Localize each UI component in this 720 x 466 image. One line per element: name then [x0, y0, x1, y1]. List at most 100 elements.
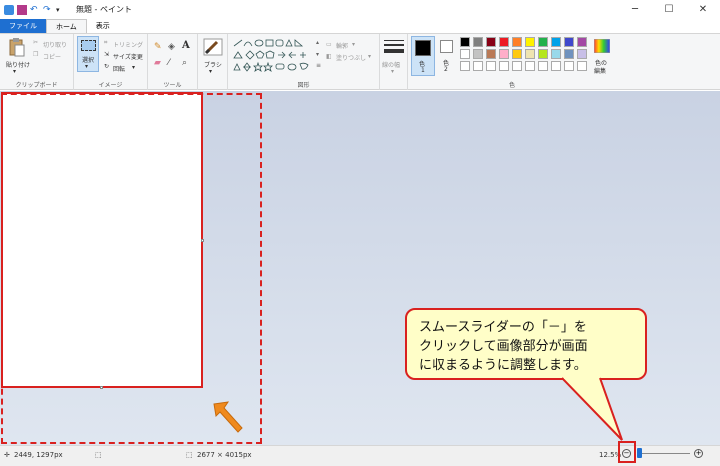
zoom-in-button[interactable]: +	[694, 449, 703, 458]
outline-icon: ▭	[326, 41, 332, 48]
copy-icon: ❐	[33, 51, 38, 58]
outline-button[interactable]: 輪郭	[336, 41, 348, 50]
callout-line2: クリックして画像部分が画面	[419, 337, 633, 356]
text-icon[interactable]: A	[182, 40, 190, 51]
clipboard-label: クリップボード	[0, 80, 73, 89]
palette-swatch[interactable]	[551, 61, 561, 71]
palette-swatch[interactable]	[525, 37, 535, 47]
fill-shape-button[interactable]: 塗りつぶし	[336, 53, 366, 62]
palette-swatch[interactable]	[525, 49, 535, 59]
eraser-icon[interactable]: ▰	[154, 58, 161, 68]
minimize-button[interactable]: ─	[618, 0, 652, 19]
quick-access-toolbar: ↶ ↷ ▾	[0, 5, 66, 15]
zoom-slider-track[interactable]	[640, 453, 690, 454]
tools-group: ✎ ◈ A ▰ ⁄ ⌕ ツール	[148, 34, 198, 90]
palette-swatch[interactable]	[512, 49, 522, 59]
palette-swatch[interactable]	[486, 37, 496, 47]
pencil-icon[interactable]: ✎	[154, 42, 162, 52]
palette-swatch[interactable]	[473, 37, 483, 47]
palette-swatch[interactable]	[460, 37, 470, 47]
palette-swatch[interactable]	[577, 49, 587, 59]
tools-label: ツール	[148, 80, 197, 89]
cursor-position: 2449, 1297px	[14, 451, 63, 459]
resize-button[interactable]: サイズ変更	[113, 52, 143, 61]
crop-icon: ⌗	[104, 39, 107, 47]
palette-swatch[interactable]	[564, 61, 574, 71]
image-size: 2677 × 4015px	[197, 451, 252, 459]
palette-swatch[interactable]	[512, 37, 522, 47]
paint-app-icon	[4, 5, 14, 15]
palette-swatch[interactable]	[538, 61, 548, 71]
magnifier-icon[interactable]: ⌕	[182, 58, 187, 68]
tab-view[interactable]: 表示	[87, 19, 119, 33]
fill-shape-dropdown-icon: ▾	[368, 53, 371, 60]
redo-icon[interactable]: ↷	[43, 5, 53, 15]
line-width-icon[interactable]	[384, 39, 404, 55]
color2-swatch	[440, 40, 453, 53]
tab-home[interactable]: ホーム	[46, 19, 87, 33]
palette-swatch[interactable]	[486, 61, 496, 71]
brush-button[interactable]: ブラシ	[204, 60, 222, 69]
paste-button[interactable]: 貼り付け	[6, 60, 30, 69]
brush-group: ブラシ ▾	[198, 34, 228, 90]
zoom-slider-thumb[interactable]	[637, 448, 642, 458]
palette-swatch[interactable]	[551, 37, 561, 47]
window-title: 無題 - ペイント	[76, 4, 132, 15]
edit-colors-icon[interactable]	[594, 39, 610, 53]
callout-line1: スムースライダーの「－」を	[419, 318, 633, 337]
palette-swatch[interactable]	[538, 37, 548, 47]
fill-icon[interactable]: ◈	[168, 42, 175, 52]
copy-button[interactable]: コピー	[43, 52, 61, 61]
resize-icon: ⇲	[104, 51, 109, 58]
palette-swatch[interactable]	[564, 37, 574, 47]
palette-swatch[interactable]	[577, 37, 587, 47]
orange-arrow-icon	[212, 400, 246, 436]
paste-dropdown-icon: ▾	[13, 68, 16, 75]
outline-dropdown-icon: ▾	[352, 41, 355, 48]
shapes-expand-icon[interactable]: ≡	[316, 62, 321, 69]
cut-button[interactable]: 切り取り	[43, 40, 67, 49]
close-button[interactable]: ✕	[686, 0, 720, 19]
palette-swatch[interactable]	[551, 49, 561, 59]
undo-icon[interactable]: ↶	[30, 5, 40, 15]
image-group: 選択 ▾ ⌗ トリミング ⇲ サイズ変更 ↻ 回転 ▾ イメージ	[74, 34, 148, 90]
palette-swatch[interactable]	[499, 37, 509, 47]
brush-icon[interactable]	[203, 38, 223, 56]
palette-swatch[interactable]	[577, 61, 587, 71]
zoom-out-button[interactable]: −	[622, 449, 631, 458]
select-dropdown-icon: ▾	[85, 63, 88, 70]
palette-swatch[interactable]	[538, 49, 548, 59]
maximize-button[interactable]: ☐	[652, 0, 686, 19]
palette-swatch[interactable]	[564, 49, 574, 59]
crop-button[interactable]: トリミング	[113, 40, 143, 49]
shapes-group: ▴ ▾ ≡ ▭ 輪郭 ▾ ◧ 塗りつぶし ▾ 図形	[228, 34, 380, 90]
edit-colors-label: 編集	[594, 66, 606, 75]
rotate-button[interactable]: 回転	[113, 64, 125, 73]
palette-swatch[interactable]	[512, 61, 522, 71]
palette-swatch[interactable]	[460, 61, 470, 71]
image-size-icon: ⬚	[186, 451, 193, 459]
palette-swatch[interactable]	[499, 49, 509, 59]
color-picker-icon[interactable]: ⁄	[168, 58, 170, 68]
palette-swatch[interactable]	[486, 49, 496, 59]
customize-icon[interactable]: ▾	[56, 5, 66, 15]
shapes-scroll-down-icon[interactable]: ▾	[316, 51, 319, 58]
palette-swatch[interactable]	[525, 61, 535, 71]
color2-button[interactable]: 色 2	[438, 38, 456, 74]
color1-button[interactable]: 色 1	[411, 36, 435, 76]
paste-icon[interactable]	[8, 37, 26, 57]
ribbon: 貼り付け ▾ ✂ 切り取り ❐ コピー クリップボード 選択 ▾ ⌗ トリミング…	[0, 33, 720, 90]
save-icon[interactable]	[17, 5, 27, 15]
image-label: イメージ	[74, 80, 147, 89]
select-button[interactable]: 選択 ▾	[77, 36, 99, 72]
palette-swatch[interactable]	[473, 49, 483, 59]
palette	[460, 37, 592, 73]
palette-swatch[interactable]	[473, 61, 483, 71]
instruction-callout: スムースライダーの「－」を クリックして画像部分が画面 に収まるように調整します…	[405, 308, 647, 380]
shapes-gallery[interactable]	[232, 38, 316, 74]
shapes-label: 図形	[228, 80, 379, 89]
palette-swatch[interactable]	[499, 61, 509, 71]
shapes-scroll-icon[interactable]: ▴	[316, 39, 319, 46]
tab-file[interactable]: ファイル	[0, 19, 46, 33]
palette-swatch[interactable]	[460, 49, 470, 59]
